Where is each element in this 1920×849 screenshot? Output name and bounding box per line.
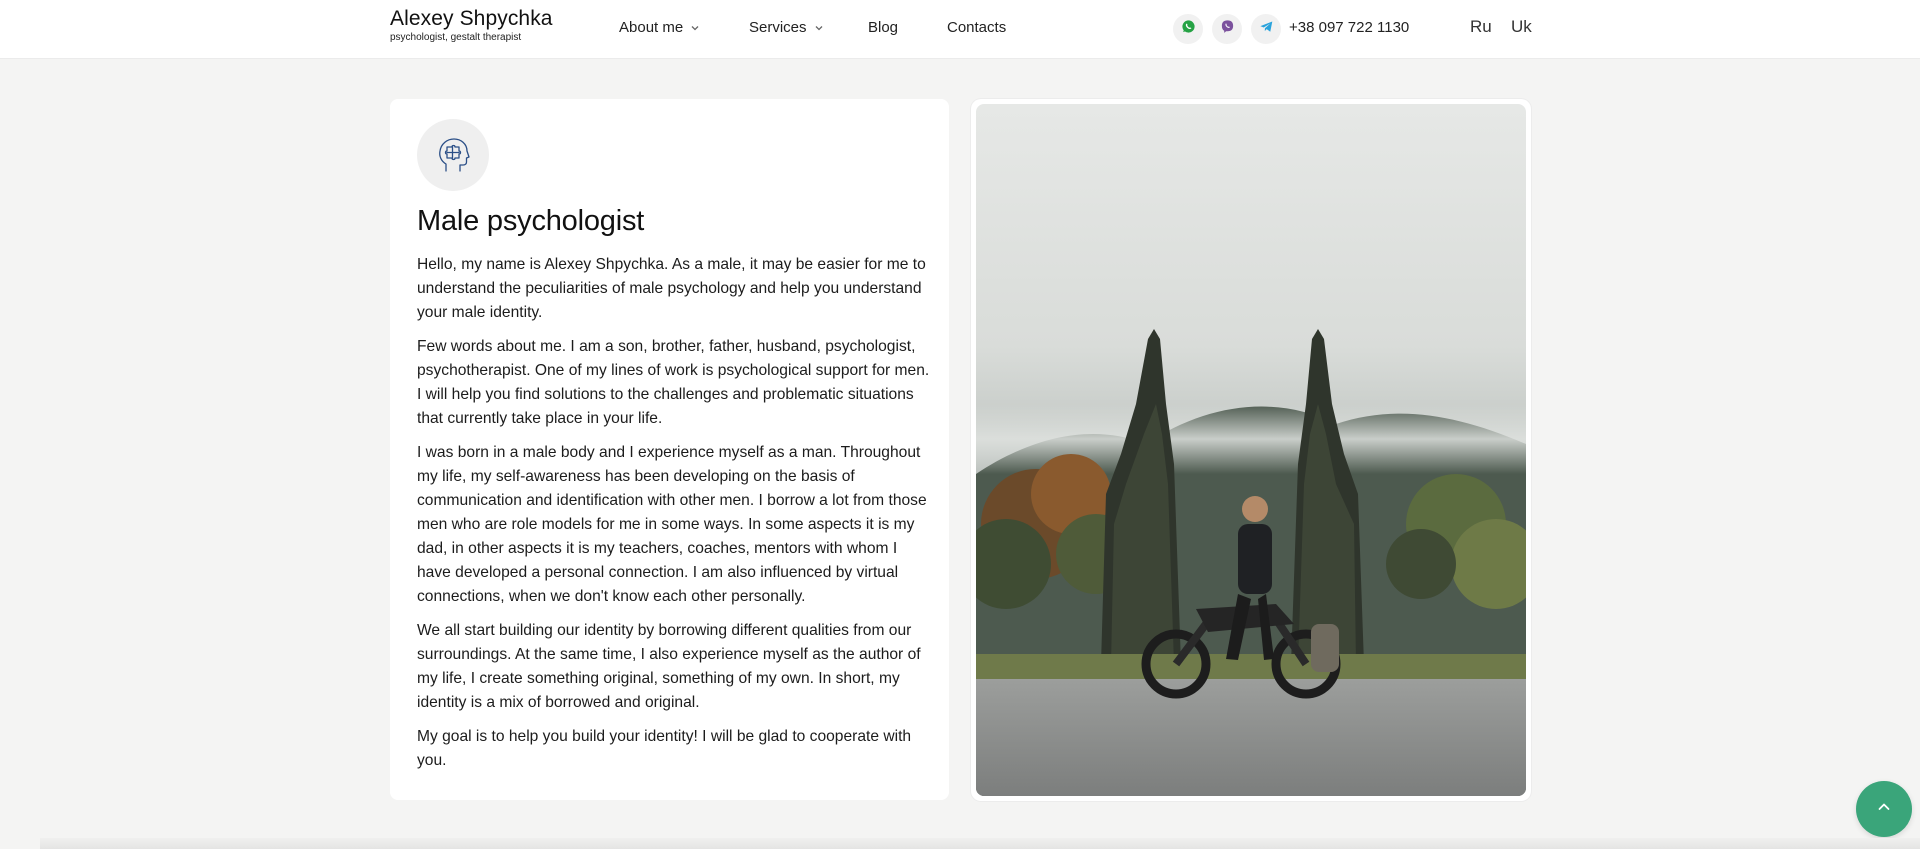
viber-icon: [1220, 19, 1235, 39]
paragraph-identity: I was born in a male body and I experien…: [417, 444, 927, 605]
whatsapp-icon: [1181, 19, 1196, 39]
chevron-down-icon: [813, 23, 825, 33]
telegram-icon: [1259, 19, 1274, 39]
paragraph-building: We all start building our identity by bo…: [417, 622, 921, 711]
nav-contacts[interactable]: Contacts: [947, 19, 1006, 37]
man-on-motorcycle-photo: [976, 104, 1526, 796]
nav-blog-label: Blog: [868, 19, 899, 36]
next-section-edge: [40, 838, 1920, 849]
chevron-down-icon: [689, 23, 701, 33]
telegram-button[interactable]: [1251, 14, 1281, 44]
viber-button[interactable]: [1212, 14, 1242, 44]
nav-about-me[interactable]: About me: [619, 19, 701, 37]
nav-blog[interactable]: Blog: [868, 19, 898, 37]
paragraph-about: Few words about me. I am a son, brother,…: [417, 338, 930, 427]
brand-name: Alexey Shpychka: [390, 7, 553, 30]
content-card: Male psychologist Hello, my name is Alex…: [390, 99, 949, 800]
card-body: Hello, my name is Alexey Shpychka. As a …: [417, 253, 932, 783]
brand-subtitle: psychologist, gestalt therapist: [390, 32, 522, 43]
brand-logo[interactable]: Alexey Shpychka psychologist, gestalt th…: [390, 8, 553, 44]
page-title: Male psychologist: [417, 205, 645, 237]
scroll-to-top-button[interactable]: [1856, 781, 1912, 837]
paragraph-goal: My goal is to help you build your identi…: [417, 728, 912, 769]
lang-uk[interactable]: Uk: [1511, 17, 1532, 37]
head-puzzle-icon: [417, 119, 489, 191]
nav-services[interactable]: Services: [749, 19, 825, 37]
paragraph-intro: Hello, my name is Alexey Shpychka. As a …: [417, 256, 926, 321]
nav-contacts-label: Contacts: [947, 19, 1007, 36]
phone-link[interactable]: +38 097 722 1130: [1289, 19, 1409, 37]
whatsapp-button[interactable]: [1173, 14, 1203, 44]
nav-about-me-label: About me: [619, 19, 684, 36]
lang-ru[interactable]: Ru: [1470, 17, 1492, 37]
chevron-up-icon: [1875, 798, 1893, 821]
nav-services-label: Services: [749, 19, 807, 36]
photo-frame: [971, 99, 1531, 801]
site-header: Alexey Shpychka psychologist, gestalt th…: [0, 0, 1920, 59]
